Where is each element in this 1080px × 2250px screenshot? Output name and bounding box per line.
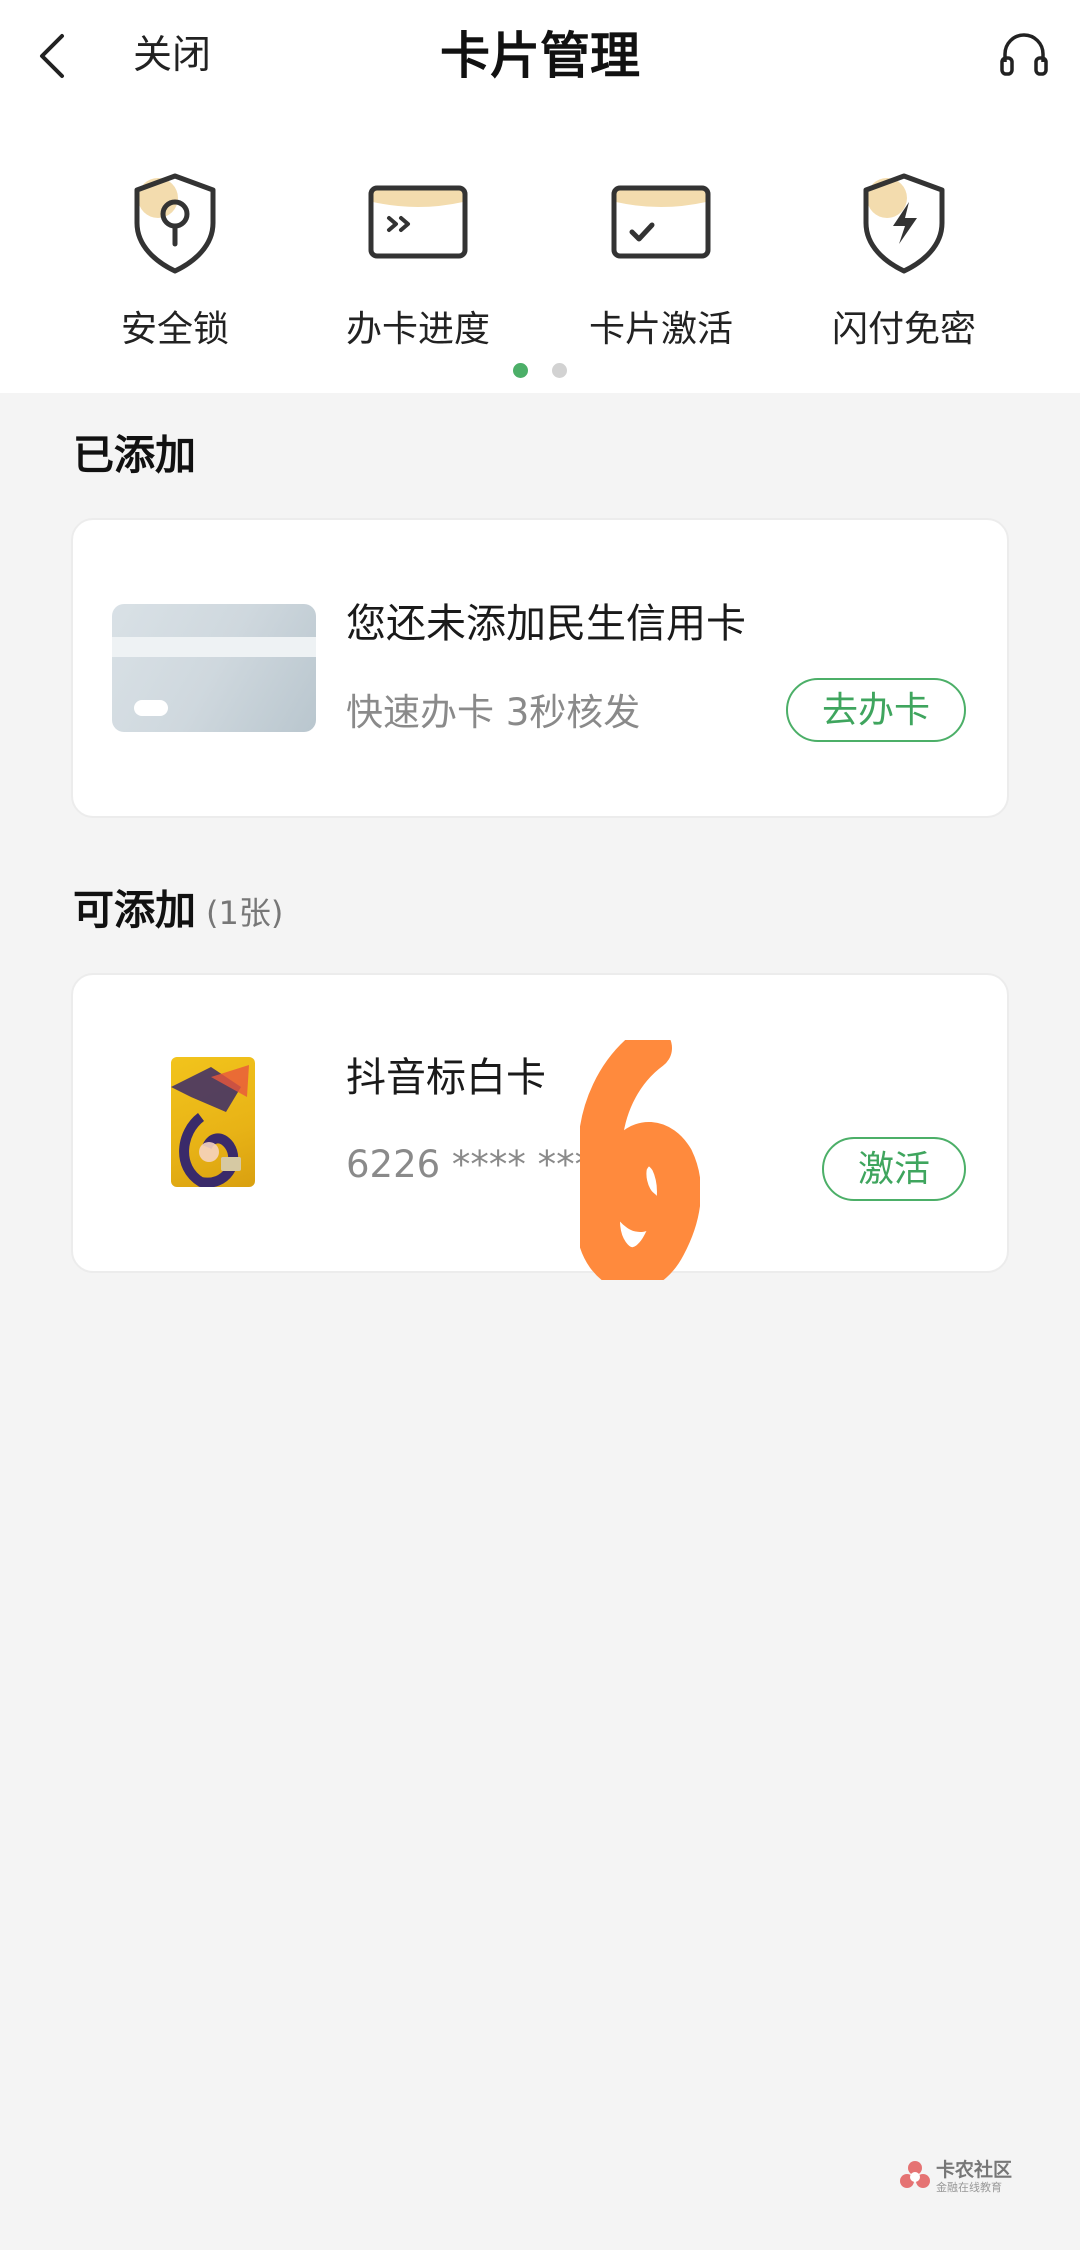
empty-card-subtitle: 快速办卡 3秒核发 xyxy=(346,691,641,734)
apply-card-button[interactable]: 去办卡 xyxy=(786,678,966,742)
watermark-text: 卡农社区 xyxy=(936,2159,1013,2181)
quick-action-card-activation[interactable]: 卡片激活 xyxy=(551,168,771,352)
quick-action-security-lock[interactable]: 安全锁 xyxy=(65,168,285,352)
section-title-text: 可添加 xyxy=(73,886,196,934)
pager-dot-active xyxy=(513,363,528,378)
pager-dots xyxy=(0,363,1080,379)
watermark: 卡农社区 金融在线教育 xyxy=(898,2155,1018,2199)
page-title: 卡片管理 xyxy=(440,27,640,85)
addable-card-item[interactable]: 抖音标白卡 6226 **** **** 激活 xyxy=(71,973,1009,1273)
redaction-scribble xyxy=(580,1040,700,1280)
quick-action-quickpass[interactable]: 闪付免密 xyxy=(794,168,1014,352)
pager-dot xyxy=(552,363,567,378)
addable-count: (1张) xyxy=(206,894,284,932)
shield-key-icon xyxy=(134,173,216,274)
watermark-logo-icon xyxy=(900,2161,930,2188)
card-number: 6226 **** **** xyxy=(346,1143,612,1186)
douyin-card-image xyxy=(171,1057,255,1187)
section-title-added: 已添加 xyxy=(73,431,196,479)
card-check-icon xyxy=(611,185,711,259)
activate-button[interactable]: 激活 xyxy=(822,1137,966,1201)
watermark-subtext: 金融在线教育 xyxy=(936,2181,1002,2194)
section-title-addable: 可添加 (1张) xyxy=(73,885,283,938)
card-name: 抖音标白卡 xyxy=(346,1055,546,1101)
added-card-panel: 您还未添加民生信用卡 快速办卡 3秒核发 去办卡 xyxy=(71,518,1009,818)
quick-action-label: 办卡进度 xyxy=(345,309,490,350)
quick-action-label: 安全锁 xyxy=(120,309,229,350)
headset-icon[interactable] xyxy=(997,28,1051,82)
quick-action-card-progress[interactable]: 办卡进度 xyxy=(308,168,528,352)
placeholder-card-image xyxy=(112,604,316,732)
quick-action-label: 卡片激活 xyxy=(588,309,733,350)
quick-action-label: 闪付免密 xyxy=(831,309,976,350)
empty-card-title: 您还未添加民生信用卡 xyxy=(346,601,746,647)
top-panel: 关闭 卡片管理 安全锁 办卡进度 卡片激活 闪付免密 xyxy=(0,0,1080,393)
shield-lightning-icon xyxy=(863,173,945,274)
card-progress-icon xyxy=(368,185,468,259)
